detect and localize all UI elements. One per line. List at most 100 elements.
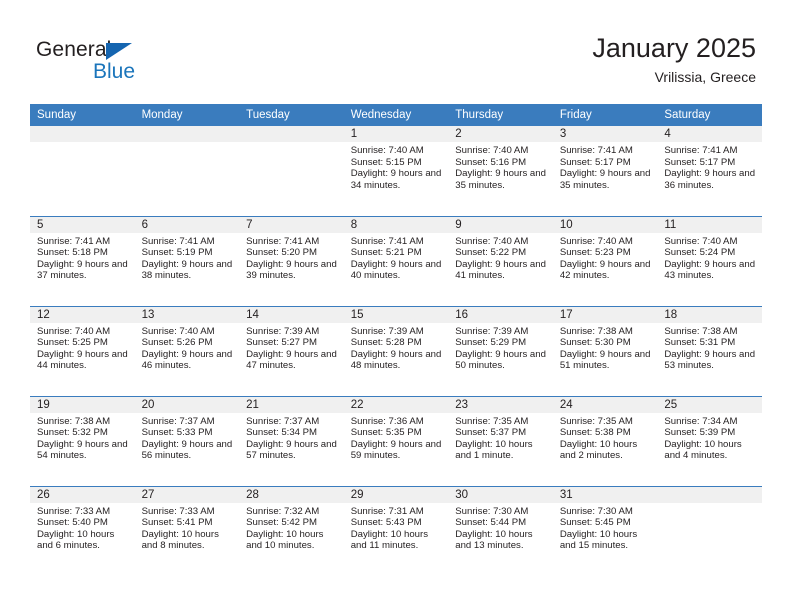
sunset-text: Sunset: 5:20 PM [246,247,318,259]
day-number: 29 [343,486,449,503]
daylight-text: Daylight: 10 hours and 4 minutes. [664,438,742,462]
sunset-text: Sunset: 5:28 PM [350,337,422,349]
sunrise-text: Sunrise: 7:31 AM [350,505,424,517]
day-cell[interactable]: 26 Sunrise: 7:33 AM Sunset: 5:40 PM Dayligh… [30,485,135,576]
day-details: Sunrise: 7:39 AM Sunset: 5:27 PM Daylight:… [239,323,344,372]
day-cell[interactable]: 31 Sunrise: 7:30 AM Sunset: 5:45 PM Dayligh… [552,485,658,576]
day-cell[interactable]: 7 Sunrise: 7:41 AM Sunset: 5:20 PM Daylight… [239,215,344,306]
day-details: Sunrise: 7:38 AM Sunset: 5:32 PM Daylight:… [30,413,135,462]
daylight-text: Daylight: 9 hours and 53 minutes. [664,348,756,372]
day-cell[interactable]: 25 Sunrise: 7:34 AM Sunset: 5:39 PM Dayligh… [657,395,762,486]
calendar-week-row: 12 Sunrise: 7:40 AM Sunset: 5:25 PM Dayligh… [30,305,762,396]
sunrise-text: Sunrise: 7:38 AM [664,325,738,337]
sunrise-text: Sunrise: 7:35 AM [455,415,529,427]
day-cell[interactable]: 14 Sunrise: 7:39 AM Sunset: 5:27 PM Dayligh… [239,305,344,396]
day-cell[interactable]: 11 Sunrise: 7:40 AM Sunset: 5:24 PM Dayligh… [657,215,762,306]
day-number [657,486,762,503]
day-cell[interactable]: 4 Sunrise: 7:41 AM Sunset: 5:17 PM Daylight… [657,126,762,216]
day-cell[interactable]: 22 Sunrise: 7:36 AM Sunset: 5:35 PM Dayligh… [343,395,449,486]
day-details: Sunrise: 7:37 AM Sunset: 5:33 PM Daylight:… [135,413,240,462]
day-cell[interactable]: 28 Sunrise: 7:32 AM Sunset: 5:42 PM Dayligh… [239,485,344,576]
logo-text-blue: Blue [93,60,136,83]
day-number: 20 [134,396,240,413]
sunset-text: Sunset: 5:38 PM [559,427,631,439]
day-cell[interactable]: 2 Sunrise: 7:40 AM Sunset: 5:16 PM Daylight… [448,126,553,216]
sunrise-text: Sunrise: 7:38 AM [37,415,111,427]
sunset-text: Sunset: 5:39 PM [664,427,736,439]
sunrise-text: Sunrise: 7:39 AM [455,325,529,337]
day-number: 17 [552,306,658,323]
day-cell[interactable]: 6 Sunrise: 7:41 AM Sunset: 5:19 PM Daylight… [134,215,240,306]
daylight-text: Daylight: 10 hours and 6 minutes. [37,528,115,552]
day-cell[interactable]: 24 Sunrise: 7:35 AM Sunset: 5:38 PM Dayligh… [552,395,658,486]
day-cell[interactable]: 15 Sunrise: 7:39 AM Sunset: 5:28 PM Dayligh… [343,305,449,396]
calendar-week-row: 1 Sunrise: 7:40 AM Sunset: 5:15 PM Daylight… [30,126,762,216]
day-cell[interactable]: 17 Sunrise: 7:38 AM Sunset: 5:30 PM Dayligh… [552,305,658,396]
day-number: 9 [448,216,553,233]
day-cell[interactable]: 5 Sunrise: 7:41 AM Sunset: 5:18 PM Daylight… [30,215,135,306]
day-number: 6 [134,216,240,233]
day-number: 25 [657,396,762,413]
sunrise-text: Sunrise: 7:41 AM [246,235,320,247]
sunrise-text: Sunrise: 7:41 AM [664,145,738,156]
day-number: 27 [134,486,240,503]
sunset-text: Sunset: 5:23 PM [559,247,631,259]
day-cell[interactable]: 19 Sunrise: 7:38 AM Sunset: 5:32 PM Dayligh… [30,395,135,486]
daylight-text: Daylight: 9 hours and 50 minutes. [455,348,546,372]
day-cell[interactable]: 29 Sunrise: 7:31 AM Sunset: 5:43 PM Dayligh… [343,485,449,576]
sunset-text: Sunset: 5:34 PM [246,427,318,439]
day-cell[interactable]: 30 Sunrise: 7:30 AM Sunset: 5:44 PM Dayligh… [448,485,553,576]
day-cell[interactable]: 12 Sunrise: 7:40 AM Sunset: 5:25 PM Dayligh… [30,305,135,396]
day-details: Sunrise: 7:41 AM Sunset: 5:20 PM Daylight:… [239,233,344,282]
calendar-week-row: 19 Sunrise: 7:38 AM Sunset: 5:32 PM Dayligh… [30,395,762,486]
sunset-text: Sunset: 5:31 PM [664,337,736,349]
day-cell[interactable]: 9 Sunrise: 7:40 AM Sunset: 5:22 PM Daylight… [448,215,553,306]
sunrise-text: Sunrise: 7:36 AM [350,415,424,427]
day-cell[interactable]: 3 Sunrise: 7:41 AM Sunset: 5:17 PM Daylight… [552,126,658,216]
sunrise-text: Sunrise: 7:40 AM [664,235,738,247]
general-blue-logo[interactable]: General Blue [36,38,176,88]
day-cell[interactable]: 10 Sunrise: 7:40 AM Sunset: 5:23 PM Dayligh… [552,215,658,306]
day-cell[interactable]: 8 Sunrise: 7:41 AM Sunset: 5:21 PM Daylight… [343,215,449,306]
sunset-text: Sunset: 5:15 PM [350,156,422,168]
sunset-text: Sunset: 5:19 PM [141,247,213,259]
daylight-text: Daylight: 9 hours and 48 minutes. [350,348,442,372]
day-details: Sunrise: 7:40 AM Sunset: 5:22 PM Daylight:… [448,233,553,282]
daylight-text: Daylight: 10 hours and 15 minutes. [559,528,638,552]
weekday-header-wednesday: Wednesday [343,104,449,126]
day-cell[interactable]: 1 Sunrise: 7:40 AM Sunset: 5:15 PM Daylight… [343,126,449,216]
calendar-week-row: 26 Sunrise: 7:33 AM Sunset: 5:40 PM Dayligh… [30,485,762,576]
daylight-text: Daylight: 10 hours and 8 minutes. [141,528,219,552]
weekday-header-thursday: Thursday [448,104,553,126]
day-cell[interactable]: 20 Sunrise: 7:37 AM Sunset: 5:33 PM Dayligh… [134,395,240,486]
day-details: Sunrise: 7:38 AM Sunset: 5:31 PM Daylight:… [657,323,762,372]
day-cell[interactable]: 16 Sunrise: 7:39 AM Sunset: 5:29 PM Dayligh… [448,305,553,396]
day-cell[interactable]: 27 Sunrise: 7:33 AM Sunset: 5:41 PM Dayligh… [134,485,240,576]
day-details: Sunrise: 7:32 AM Sunset: 5:42 PM Daylight:… [239,503,344,552]
sunrise-text: Sunrise: 7:39 AM [246,325,320,337]
daylight-text: Daylight: 9 hours and 54 minutes. [37,438,128,462]
day-cell[interactable]: 13 Sunrise: 7:40 AM Sunset: 5:26 PM Dayligh… [134,305,240,396]
daylight-text: Daylight: 9 hours and 36 minutes. [664,168,756,191]
sunrise-text: Sunrise: 7:33 AM [37,505,111,517]
day-cell[interactable]: 18 Sunrise: 7:38 AM Sunset: 5:31 PM Dayligh… [657,305,762,396]
day-details: Sunrise: 7:39 AM Sunset: 5:29 PM Daylight:… [448,323,553,372]
sunrise-text: Sunrise: 7:40 AM [559,235,633,247]
daylight-text: Daylight: 10 hours and 1 minute. [455,438,533,462]
day-details: Sunrise: 7:41 AM Sunset: 5:17 PM Daylight:… [657,142,762,191]
sunrise-text: Sunrise: 7:41 AM [37,235,111,247]
day-details: Sunrise: 7:40 AM Sunset: 5:25 PM Daylight:… [30,323,135,372]
daylight-text: Daylight: 10 hours and 10 minutes. [246,528,324,552]
day-cell[interactable]: 23 Sunrise: 7:35 AM Sunset: 5:37 PM Dayligh… [448,395,553,486]
day-details: Sunrise: 7:30 AM Sunset: 5:44 PM Daylight:… [448,503,553,552]
sunset-text: Sunset: 5:17 PM [664,156,736,168]
day-cell[interactable]: 21 Sunrise: 7:37 AM Sunset: 5:34 PM Dayligh… [239,395,344,486]
daylight-text: Daylight: 9 hours and 41 minutes. [455,258,546,282]
sunset-text: Sunset: 5:32 PM [37,427,108,439]
weekday-header-friday: Friday [552,104,658,126]
sunrise-text: Sunrise: 7:38 AM [559,325,633,337]
daylight-text: Daylight: 9 hours and 35 minutes. [455,168,546,191]
day-number [134,126,240,142]
daylight-text: Daylight: 9 hours and 37 minutes. [37,258,128,282]
day-details: Sunrise: 7:34 AM Sunset: 5:39 PM Daylight:… [657,413,762,462]
